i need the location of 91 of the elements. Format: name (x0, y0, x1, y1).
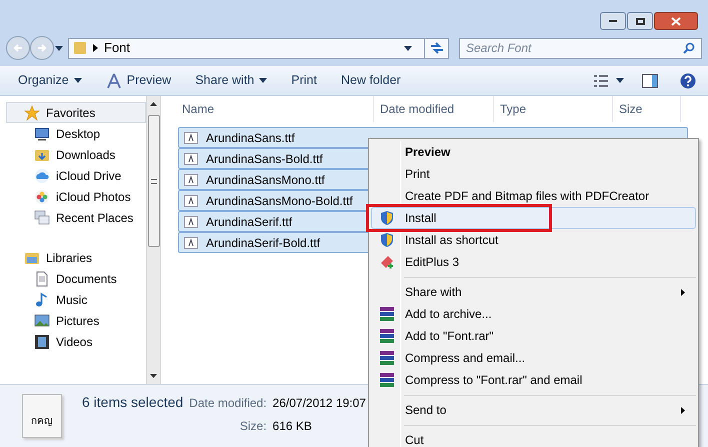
up-arrow-icon (150, 102, 157, 106)
back-button[interactable] (6, 36, 30, 60)
right-arrow-icon (37, 43, 47, 53)
submenu-arrow-icon (681, 288, 685, 296)
star-icon (24, 104, 40, 120)
close-icon (671, 16, 681, 26)
sidebar-item[interactable]: Videos (6, 331, 146, 352)
font-preview-icon (106, 72, 122, 88)
search-bar[interactable]: Search Font (459, 38, 702, 58)
font-file-icon (184, 216, 198, 228)
date-modified-label: Date modified: (189, 394, 267, 412)
scrollbar-thumb[interactable] (148, 115, 160, 247)
sidebar-item[interactable]: Music (6, 289, 146, 310)
sidebar-header-label: Libraries (46, 250, 92, 266)
sidebar-item[interactable]: Desktop (6, 123, 146, 144)
address-field[interactable]: Font (68, 38, 449, 58)
picture-frame-icon (34, 312, 50, 328)
chevron-icon (93, 44, 98, 52)
menu-item[interactable]: Add to archive... (371, 303, 696, 325)
film-icon (34, 334, 50, 350)
caret-icon (74, 78, 82, 83)
caret-icon (616, 78, 624, 83)
menu-item[interactable]: Print (371, 163, 696, 185)
sidebar-header[interactable]: Libraries (6, 247, 146, 268)
down-arrow-icon (150, 374, 157, 378)
preview-pane-button[interactable] (642, 74, 658, 88)
view-options-button[interactable] (594, 74, 624, 86)
toolbar-button[interactable]: Preview (102, 68, 176, 92)
selection-summary: 6 items selected (82, 392, 184, 412)
search-field[interactable]: Search Font (466, 39, 683, 57)
sidebar-item[interactable]: Pictures (6, 310, 146, 331)
menu-item[interactable]: Compress and email... (371, 347, 696, 369)
column-header[interactable]: Type (494, 96, 613, 122)
menu-item[interactable]: Install as shortcut (371, 229, 696, 251)
book-stack-icon (379, 372, 395, 388)
maximize-button[interactable] (627, 12, 653, 30)
size-value: 616 KB (272, 418, 313, 434)
flower-icon (34, 188, 50, 204)
menu-item[interactable]: Create PDF and Bitmap files with PDFCreator (371, 185, 696, 207)
scrollbar[interactable] (146, 96, 161, 384)
toolbar-button[interactable]: Share with (191, 68, 272, 92)
sidebar-item[interactable]: Recent Places (6, 207, 146, 228)
date-modified-value: 26/07/2012 19:07 (272, 394, 366, 412)
sidebar-item[interactable]: iCloud Photos (6, 186, 146, 207)
search-icon (683, 42, 695, 54)
refresh-icon (430, 42, 444, 54)
font-file-icon (184, 236, 198, 248)
toolbar-button[interactable]: Organize (14, 68, 86, 92)
font-file-icon (184, 132, 198, 144)
book-stack-icon (379, 328, 395, 344)
preview-glyph: กคญ (31, 415, 53, 429)
close-button[interactable] (654, 12, 698, 30)
toolbar-button[interactable]: New folder (336, 68, 405, 92)
shield-icon (379, 232, 395, 248)
list-view-icon (594, 74, 608, 86)
folder-icon (73, 41, 87, 55)
caret-icon (259, 78, 268, 83)
menu-item[interactable]: Add to "Font.rar" (371, 325, 696, 347)
minimize-button[interactable] (600, 12, 626, 30)
music-note-icon (34, 292, 50, 308)
cloud-icon (34, 168, 50, 184)
toolbar-button[interactable]: Print (287, 68, 321, 92)
size-label: Size: (240, 418, 267, 434)
pane-icon (642, 74, 658, 88)
sidebar-header-label: Favorites (46, 104, 96, 122)
sidebar-item[interactable]: iCloud Drive (6, 165, 146, 186)
column-header[interactable]: Name (178, 96, 374, 122)
document-icon (34, 270, 50, 286)
caret-icon (55, 46, 63, 50)
menu-item[interactable]: Cut (371, 429, 696, 447)
menu-item[interactable]: Compress to "Font.rar" and email (371, 369, 696, 391)
font-file-icon (184, 174, 198, 186)
left-arrow-icon (13, 43, 23, 53)
menu-item[interactable]: EditPlus 3 (371, 251, 696, 273)
font-file-icon (184, 152, 198, 164)
submenu-arrow-icon (681, 406, 685, 414)
shield-icon (379, 210, 395, 226)
dropdown-caret-icon (404, 46, 412, 50)
menu-item[interactable]: Send to (371, 399, 696, 421)
book-stack-icon (379, 350, 395, 366)
sidebar-header[interactable]: Favorites (6, 102, 146, 123)
menu-item[interactable]: Share with (371, 281, 696, 303)
help-button[interactable] (680, 72, 696, 88)
book-stack-icon (379, 306, 395, 322)
sidebar-item[interactable]: Documents (6, 268, 146, 289)
column-header[interactable]: Size (613, 96, 681, 122)
column-header[interactable]: Date modified (374, 96, 494, 122)
pencil-eraser-icon (379, 254, 395, 270)
monitor-icon (34, 126, 50, 142)
font-file-icon (184, 194, 198, 206)
sidebar-item[interactable]: Downloads (6, 144, 146, 165)
